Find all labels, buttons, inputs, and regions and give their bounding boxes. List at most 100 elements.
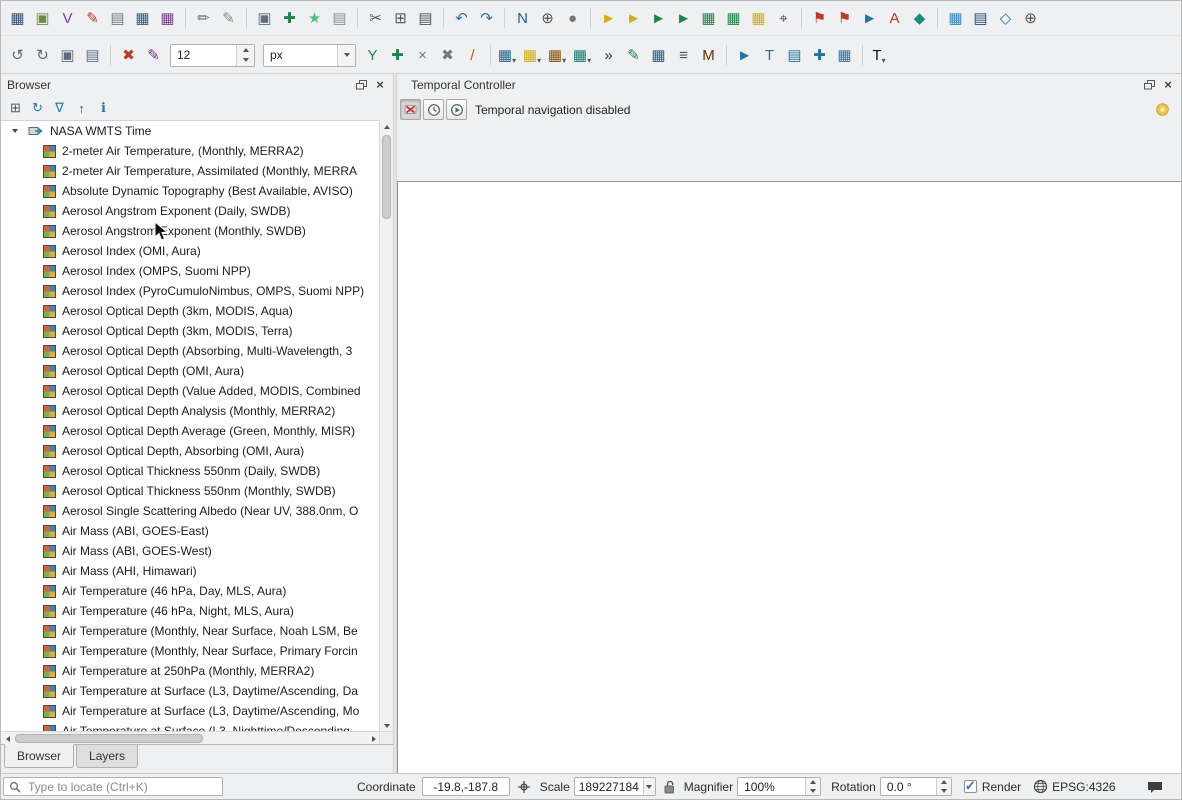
vertical-scrollbar-thumb[interactable] (382, 135, 391, 219)
scroll-up-arrow-icon[interactable] (380, 120, 393, 133)
tree-item[interactable]: Aerosol Optical Depth Average (Green, Mo… (1, 421, 380, 441)
html-annotation-button[interactable]: ▦ (832, 43, 857, 68)
vertical-scrollbar[interactable] (379, 120, 393, 732)
mesh-tool-button[interactable]: M (696, 43, 721, 68)
temporal-settings-button[interactable] (1155, 102, 1170, 117)
help-contents-button[interactable]: ◇ (993, 6, 1018, 31)
map-pen-button[interactable]: ✎ (621, 43, 646, 68)
measure-button[interactable]: ⌖ (771, 6, 796, 31)
select-by-value-button[interactable]: ► (646, 6, 671, 31)
tree-item[interactable]: Air Mass (ABI, GOES-West) (1, 541, 380, 561)
add-vector-layer-button[interactable]: V (55, 6, 80, 31)
tab-browser[interactable]: Browser (4, 744, 75, 768)
compass-button[interactable]: N (510, 6, 535, 31)
cut-features-button[interactable]: ✂ (363, 6, 388, 31)
units-combo[interactable]: px (263, 43, 356, 67)
tree-item[interactable]: Aerosol Optical Depth, Absorbing (OMI, A… (1, 441, 380, 461)
digitize-star-button[interactable]: ★ (302, 6, 327, 31)
coordinate-input[interactable] (421, 777, 510, 796)
font-size-spinbox[interactable]: 12 (170, 43, 255, 67)
spin-up-icon[interactable] (937, 778, 951, 787)
text-annotation-button[interactable]: T (757, 43, 782, 68)
paste-features-button[interactable]: ▤ (413, 6, 438, 31)
flag-warning-button[interactable]: ⚑ (807, 6, 832, 31)
fixed-range-temporal-navigation-button[interactable] (423, 99, 444, 120)
tree-item[interactable]: Aerosol Index (OMI, Aura) (1, 241, 380, 261)
locator-input[interactable] (26, 778, 217, 795)
vertex-tool-button[interactable]: ● (560, 6, 585, 31)
tree-item[interactable]: Absolute Dynamic Topography (Best Availa… (1, 181, 380, 201)
rotation-spinbox[interactable]: 0.0 ° (879, 777, 952, 796)
tree-item[interactable]: Aerosol Single Scattering Albedo (Near U… (1, 501, 380, 521)
clear-labels-button[interactable]: × (410, 43, 435, 68)
spin-up-icon[interactable] (237, 45, 254, 56)
refresh-button[interactable]: ↻ (28, 99, 47, 118)
deselect-all-button[interactable]: ► (671, 6, 696, 31)
add-wmts-layer-button[interactable]: ▦ (155, 6, 180, 31)
add-feature-button[interactable]: ✚ (277, 6, 302, 31)
cancel-render-button[interactable]: ✖ (116, 43, 141, 68)
coordinate-label[interactable]: Coordinate (357, 780, 416, 794)
dropdown-arrow-icon[interactable] (642, 778, 655, 795)
add-raster-layer-button[interactable]: ▦ (130, 6, 155, 31)
scale-combo[interactable]: 189227184 (573, 777, 656, 796)
open-attribute-table-button[interactable]: ▦ (696, 6, 721, 31)
statistics-button[interactable]: ▦ (746, 6, 771, 31)
tree-item[interactable]: Aerosol Index (PyroCumuloNimbus, OMPS, S… (1, 281, 380, 301)
tree-item[interactable]: 2-meter Air Temperature, Assimilated (Mo… (1, 161, 380, 181)
float-panel-button[interactable] (354, 78, 368, 92)
label-y-button[interactable]: Y (360, 43, 385, 68)
form-annotation-button[interactable]: ▤ (782, 43, 807, 68)
tab-layers[interactable]: Layers (76, 745, 139, 768)
tree-item[interactable]: Air Temperature at 250hPa (Monthly, MERR… (1, 661, 380, 681)
zoom-next-button[interactable]: ↻ (30, 43, 55, 68)
dropdown-arrow-icon[interactable] (337, 44, 355, 66)
python-console-button[interactable]: ▤ (968, 6, 993, 31)
annotation-pointer-button[interactable]: ► (732, 43, 757, 68)
render-checkbox[interactable] (963, 778, 977, 794)
style-diamond-button[interactable]: ◆ (907, 6, 932, 31)
tree-item[interactable]: Air Temperature (46 hPa, Night, MLS, Aur… (1, 601, 380, 621)
tree-item[interactable]: Aerosol Optical Depth Analysis (Monthly,… (1, 401, 380, 421)
turn-off-temporal-navigation-button[interactable] (400, 99, 421, 120)
scale-lock-button[interactable] (663, 780, 675, 794)
save-layer-button[interactable]: ▣ (252, 6, 277, 31)
identify-features-button[interactable]: ► (857, 6, 882, 31)
text-format-tool-button[interactable]: T ▾ (868, 43, 893, 68)
map-canvas[interactable] (397, 181, 1181, 774)
zoom-last-button[interactable]: ↺ (5, 43, 30, 68)
blue-grid-button[interactable]: ▦ (646, 43, 671, 68)
list-summary-button[interactable]: ≡ (671, 43, 696, 68)
tree-item[interactable]: Aerosol Optical Thickness 550nm (Daily, … (1, 461, 380, 481)
vertex-pen-button[interactable]: ✎ (141, 43, 166, 68)
tree-item[interactable]: Air Temperature (46 hPa, Day, MLS, Aura) (1, 581, 380, 601)
tree-item[interactable]: Aerosol Optical Depth (Value Added, MODI… (1, 381, 380, 401)
tree-item[interactable]: Aerosol Optical Depth (Absorbing, Multi-… (1, 341, 380, 361)
tree-item[interactable]: Aerosol Index (OMPS, Suomi NPP) (1, 261, 380, 281)
zoom-in-button[interactable]: ⊕ (535, 6, 560, 31)
spin-up-icon[interactable] (806, 778, 820, 787)
style-pen-button[interactable]: ✎ (80, 6, 105, 31)
tree-item[interactable]: 2-meter Air Temperature, (Monthly, MERRA… (1, 141, 380, 161)
tree-item[interactable]: Aerosol Optical Depth (3km, MODIS, Aqua) (1, 301, 380, 321)
toggle-editing-button[interactable]: ✏ (191, 6, 216, 31)
tree-item[interactable]: Aerosol Optical Thickness 550nm (Monthly… (1, 481, 380, 501)
font-size-spin-buttons[interactable] (236, 44, 254, 66)
diagonal-pen-button[interactable]: / (460, 43, 485, 68)
horizontal-scrollbar[interactable] (1, 731, 380, 745)
tree-item[interactable]: Air Temperature at Surface (L3, Daytime/… (1, 681, 380, 701)
raster-tools-button[interactable]: ▦ ▾ (496, 43, 521, 68)
filter-browser-button[interactable]: ∇ (50, 99, 69, 118)
coordinate-extent-toggle-button[interactable] (517, 780, 531, 794)
layout-manager-button[interactable]: ▦ ▾ (546, 43, 571, 68)
select-features-button[interactable]: ► (596, 6, 621, 31)
locator-search[interactable] (3, 777, 223, 796)
add-delimited-text-button[interactable]: ▤ (105, 6, 130, 31)
print-composer-button[interactable]: ▦ ▾ (571, 43, 596, 68)
magnifier-spin-buttons[interactable] (805, 778, 821, 795)
messages-button[interactable] (1147, 780, 1163, 794)
collapse-all-button[interactable]: ↑ (72, 99, 91, 118)
close-panel-button[interactable] (373, 78, 387, 92)
processing-toolbox-button[interactable]: ▦ (943, 6, 968, 31)
redo-button[interactable]: ↷ (474, 6, 499, 31)
